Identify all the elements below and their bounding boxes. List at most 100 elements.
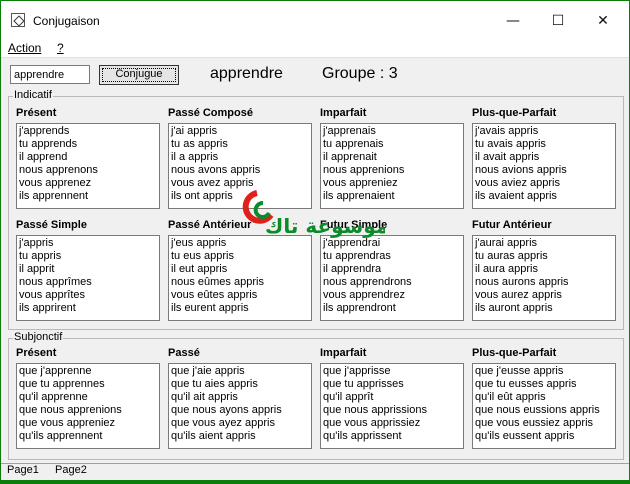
conj-line: il apprenait: [323, 151, 377, 163]
conj-line: tu apprends: [19, 138, 78, 150]
window-title: Conjugaison: [33, 14, 100, 28]
conj-line: que j'apprisse: [323, 365, 391, 377]
conj-line: que j'apprenne: [19, 365, 92, 377]
conj-line: que vous eussiez appris: [475, 417, 594, 429]
tense-title: Présent: [16, 347, 57, 359]
conj-line: qu'ils apprissent: [323, 430, 402, 442]
conj-line: ils eurent appris: [171, 302, 249, 314]
tense-list[interactable]: j'apprendrai tu apprendras il apprendra …: [320, 235, 464, 321]
conj-line: j'apprends: [19, 125, 70, 137]
tab-page2[interactable]: Page2: [55, 464, 87, 476]
tense-list[interactable]: que j'apprenne que tu apprennes qu'il ap…: [16, 363, 160, 449]
conj-line: nous apprîmes: [19, 276, 92, 288]
minimize-icon[interactable]: —: [498, 7, 528, 35]
conj-line: il a appris: [171, 151, 219, 163]
watermark-text: موسوعة تاك: [265, 214, 385, 238]
conj-line: qu'il apprenne: [19, 391, 88, 403]
tab-page1[interactable]: Page1: [7, 464, 39, 476]
tense-list[interactable]: j'aurai appris tu auras appris il aura a…: [472, 235, 616, 321]
conj-line: tu auras appris: [475, 250, 548, 262]
conj-line: qu'ils eussent appris: [475, 430, 575, 442]
conj-line: ils apprennent: [19, 190, 89, 202]
tense-title: Plus-que-Parfait: [472, 107, 557, 119]
conj-line: qu'ils apprennent: [19, 430, 103, 442]
tense-list[interactable]: que j'aie appris que tu aies appris qu'i…: [168, 363, 312, 449]
verb-input[interactable]: [10, 65, 90, 84]
conj-line: que tu apprennes: [19, 378, 105, 390]
tense-title: Passé Simple: [16, 219, 87, 231]
conj-line: il aura appris: [475, 263, 538, 275]
conj-line: j'apprenais: [323, 125, 376, 137]
conj-line: nous aurons appris: [475, 276, 569, 288]
conj-line: il avait appris: [475, 151, 540, 163]
conj-line: ils apprirent: [19, 302, 76, 314]
conj-line: que nous ayons appris: [171, 404, 282, 416]
conj-line: nous apprendrons: [323, 276, 412, 288]
menu-action[interactable]: Action: [8, 41, 41, 55]
tense-list[interactable]: que j'apprisse que tu apprisses qu'il ap…: [320, 363, 464, 449]
conj-line: que vous apprissiez: [323, 417, 421, 429]
conj-line: que nous apprenions: [19, 404, 122, 416]
conj-line: vous apprendrez: [323, 289, 405, 301]
menu-bar: Action ?: [1, 40, 629, 58]
conj-line: nous apprenions: [323, 164, 405, 176]
app-icon[interactable]: [11, 13, 25, 27]
conj-line: que vous appreniez: [19, 417, 116, 429]
conj-line: qu'il ait appris: [171, 391, 238, 403]
conj-line: tu as appris: [171, 138, 228, 150]
conj-line: qu'il apprît: [323, 391, 374, 403]
conj-line: tu avais appris: [475, 138, 546, 150]
conj-line: que nous eussions appris: [475, 404, 600, 416]
conj-line: tu appris: [19, 250, 62, 262]
menu-help[interactable]: ?: [57, 41, 64, 55]
conj-line: j'ai appris: [171, 125, 218, 137]
conj-line: il apprend: [19, 151, 68, 163]
conj-line: ils auront appris: [475, 302, 553, 314]
conjugue-button[interactable]: Conjugue: [99, 65, 179, 85]
conj-line: il apprit: [19, 263, 55, 275]
conj-line: vous eûtes appris: [171, 289, 258, 301]
conj-line: que j'aie appris: [171, 365, 245, 377]
conj-line: ils avaient appris: [475, 190, 557, 202]
conj-line: vous aurez appris: [475, 289, 562, 301]
tense-list[interactable]: j'apprends tu apprends il apprend nous a…: [16, 123, 160, 209]
close-icon[interactable]: ✕: [588, 7, 618, 35]
conj-line: j'avais appris: [475, 125, 539, 137]
conj-line: qu'il eût appris: [475, 391, 546, 403]
conj-line: que nous apprissions: [323, 404, 427, 416]
subjonctif-label: Subjonctif: [13, 331, 64, 343]
conj-line: tu apprendras: [323, 250, 391, 262]
tense-title: Passé Composé: [168, 107, 253, 119]
conj-line: il apprendra: [323, 263, 382, 275]
conj-line: que vous ayez appris: [171, 417, 275, 429]
conj-line: que tu apprisses: [323, 378, 404, 390]
conj-line: qu'ils aient appris: [171, 430, 256, 442]
tense-title: Imparfait: [320, 107, 367, 119]
title-bar[interactable]: Conjugaison — ☐ ✕: [0, 0, 630, 40]
conj-line: ils apprendront: [323, 302, 396, 314]
tense-title: Futur Antérieur: [472, 219, 552, 231]
conj-line: nous avions appris: [475, 164, 567, 176]
tense-list[interactable]: j'appris tu appris il apprit nous apprîm…: [16, 235, 160, 321]
conj-line: tu eus appris: [171, 250, 234, 262]
tense-list[interactable]: que j'eusse appris que tu eusses appris …: [472, 363, 616, 449]
tense-list[interactable]: j'eus appris tu eus appris il eut appris…: [168, 235, 312, 321]
conj-line: nous apprenons: [19, 164, 98, 176]
conj-line: vous apprîtes: [19, 289, 86, 301]
maximize-icon[interactable]: ☐: [543, 7, 573, 35]
conj-line: que tu eusses appris: [475, 378, 577, 390]
subjonctif-group: Subjonctif Présent que j'apprenne que tu…: [8, 331, 624, 460]
indicatif-label: Indicatif: [13, 89, 53, 101]
conj-line: nous avons appris: [171, 164, 261, 176]
tense-title: Imparfait: [320, 347, 367, 359]
tense-title: Passé: [168, 347, 200, 359]
main-panel: Conjugue apprendre Groupe : 3 Indicatif …: [1, 58, 629, 480]
conj-line: j'aurai appris: [475, 237, 538, 249]
conj-line: que tu aies appris: [171, 378, 258, 390]
conj-line: il eut appris: [171, 263, 228, 275]
watermark-logo: موسوعة تاك: [242, 190, 385, 238]
tense-list[interactable]: j'avais appris tu avais appris il avait …: [472, 123, 616, 209]
conj-line: vous aviez appris: [475, 177, 560, 189]
conj-line: tu apprenais: [323, 138, 384, 150]
conj-line: j'appris: [19, 237, 54, 249]
